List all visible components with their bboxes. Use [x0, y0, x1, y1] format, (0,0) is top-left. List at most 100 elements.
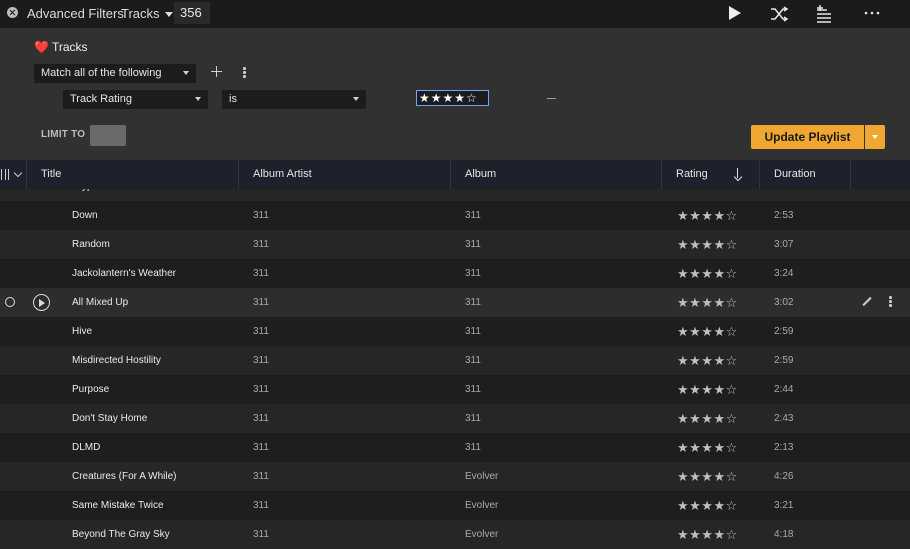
shuffle-icon[interactable]	[769, 4, 789, 24]
track-album: 311	[465, 413, 481, 424]
chevron-down-icon[interactable]	[13, 168, 23, 178]
select-radio-icon[interactable]	[5, 297, 15, 307]
column-divider	[26, 160, 27, 189]
star-rating-icon[interactable]: ★★★★☆	[677, 201, 757, 230]
star-rating-icon[interactable]: ★★★★☆	[677, 259, 757, 288]
track-title: Same Mistake Twice	[72, 500, 164, 511]
caret-down-icon	[183, 71, 189, 75]
update-options-button[interactable]	[865, 125, 885, 149]
caret-down-icon	[195, 97, 201, 101]
table-row[interactable]: Hive 311 311 ★★★★☆ 2:59	[0, 317, 910, 346]
view-dropdown[interactable]: Tracks	[121, 6, 173, 21]
track-album-artist: 3 Doors Down	[253, 189, 443, 201]
table-row[interactable]: Down 311 311 ★★★★☆ 2:53	[0, 201, 910, 230]
view-dropdown-label: Tracks	[121, 6, 160, 21]
column-header-rating[interactable]: Rating	[676, 160, 708, 189]
track-album: 311	[465, 210, 481, 221]
filter-panel: ❤️ Tracks Match all of the following Tra…	[0, 28, 910, 160]
match-mode-select[interactable]: Match all of the following	[34, 64, 196, 83]
column-divider[interactable]	[450, 160, 451, 189]
remove-rule-icon[interactable]	[547, 98, 556, 99]
track-album: 311	[465, 355, 481, 366]
track-album-artist: 311	[253, 268, 269, 279]
more-icon[interactable]	[862, 4, 882, 24]
track-title: Misdirected Hostility	[72, 355, 161, 366]
track-album-artist: 311	[253, 384, 269, 395]
star-rating-icon[interactable]: ★★★★☆	[677, 288, 757, 317]
track-album: 311	[465, 442, 481, 453]
rule-field-value: Track Rating	[70, 93, 132, 105]
table-row[interactable]: Jackolantern's Weather 311 311 ★★★★☆ 3:24	[0, 259, 910, 288]
star-rating-icon[interactable]: ★★★★☆	[677, 462, 757, 491]
track-duration: 2:44	[774, 384, 794, 395]
table-row[interactable]: Purpose 311 311 ★★★★☆ 2:44	[0, 375, 910, 404]
top-bar: Advanced Filters Tracks 356	[0, 0, 910, 28]
star-rating-icon[interactable]: ★★★★☆	[677, 375, 757, 404]
track-title: All Mixed Up	[72, 297, 129, 308]
update-playlist-button[interactable]: Update Playlist	[751, 125, 864, 149]
star-rating-icon[interactable]: ★★★★☆	[677, 317, 757, 346]
column-header-album[interactable]: Album	[465, 160, 496, 189]
track-album-artist: 311	[253, 326, 269, 337]
star-rating-icon[interactable]: ★★★★☆	[677, 491, 757, 520]
play-icon[interactable]	[726, 4, 746, 24]
column-divider[interactable]	[238, 160, 239, 189]
heart-icon: ❤️	[34, 40, 49, 54]
caret-down-icon	[164, 12, 173, 18]
column-header-duration[interactable]: Duration	[774, 160, 816, 189]
star-rating-icon[interactable]: ★★★★☆	[677, 230, 757, 259]
table-row[interactable]: Don't Stay Home 311 311 ★★★★☆ 2:43	[0, 404, 910, 433]
table-row[interactable]: All Mixed Up 311 311 ★★★★☆ 3:02	[0, 288, 910, 317]
table-row[interactable]: DLMD 311 311 ★★★★☆ 2:13	[0, 433, 910, 462]
star-rating-icon[interactable]: ★★★★☆	[677, 346, 757, 375]
sort-descending-icon[interactable]	[733, 168, 743, 181]
add-rule-icon[interactable]	[211, 66, 223, 78]
table-row[interactable]: Misdirected Hostility 311 311 ★★★★☆ 2:59	[0, 346, 910, 375]
track-title: Kryptonite	[72, 189, 237, 201]
rule-options-icon[interactable]	[243, 67, 247, 79]
column-divider[interactable]	[759, 160, 760, 189]
limit-toggle[interactable]	[90, 125, 126, 146]
table-header: Title Album Artist Album Rating Duration	[0, 160, 910, 189]
track-title: Creatures (For A While)	[72, 471, 177, 482]
track-duration: 3:21	[774, 500, 794, 511]
track-title: Hive	[72, 326, 93, 337]
track-album: Evolver	[465, 529, 499, 540]
track-duration: 3:24	[774, 268, 794, 279]
table-row[interactable]: Random 311 311 ★★★★☆ 3:07	[0, 230, 910, 259]
track-album-artist: 311	[253, 210, 269, 221]
track-duration: 2:59	[774, 355, 794, 366]
track-album-artist: 311	[253, 500, 269, 511]
rule-rating-input[interactable]: ★★★★☆	[416, 90, 489, 106]
track-album: Evolver	[465, 500, 499, 511]
star-rating-icon[interactable]: ★★★★☆	[677, 433, 757, 462]
track-album-artist: 311	[253, 297, 269, 308]
track-album: The Better Life	[465, 189, 655, 201]
row-more-icon[interactable]	[889, 296, 893, 309]
table-row[interactable]: Same Mistake Twice 311 Evolver ★★★★☆ 3:21	[0, 491, 910, 520]
star-rating-icon[interactable]: ★★★★☆	[677, 404, 757, 433]
queue-icon[interactable]	[815, 4, 835, 24]
table-row[interactable]: Beyond The Gray Sky 311 Evolver ★★★★☆ 4:18	[0, 520, 910, 549]
rule-field-select[interactable]: Track Rating	[63, 90, 208, 109]
track-title: Down	[72, 210, 98, 221]
play-circle-icon[interactable]	[33, 294, 50, 311]
window-title: Advanced Filters	[27, 6, 124, 21]
edit-pencil-icon[interactable]	[862, 296, 872, 308]
rule-operator-select[interactable]: is	[222, 90, 366, 109]
track-duration: 3:07	[774, 239, 794, 250]
column-header-album-artist[interactable]: Album Artist	[253, 160, 312, 189]
track-title: Purpose	[72, 384, 110, 395]
table-row[interactable]: Creatures (For A While) 311 Evolver ★★★★☆ 4:…	[0, 462, 910, 491]
track-album: 311	[465, 239, 481, 250]
star-rating-icon[interactable]: ★★★★☆	[677, 520, 757, 549]
star-rating-icon: ★★★★☆	[419, 91, 478, 105]
column-divider[interactable]	[850, 160, 851, 189]
column-header-title[interactable]: Title	[41, 160, 61, 189]
columns-icon[interactable]	[0, 169, 10, 180]
table-row[interactable]: Kryptonite 3 Doors Down The Better Life 3:5…	[0, 189, 910, 201]
track-album: 311	[465, 384, 481, 395]
track-album: 311	[465, 268, 481, 279]
column-divider[interactable]	[661, 160, 662, 189]
close-icon[interactable]	[7, 7, 18, 18]
